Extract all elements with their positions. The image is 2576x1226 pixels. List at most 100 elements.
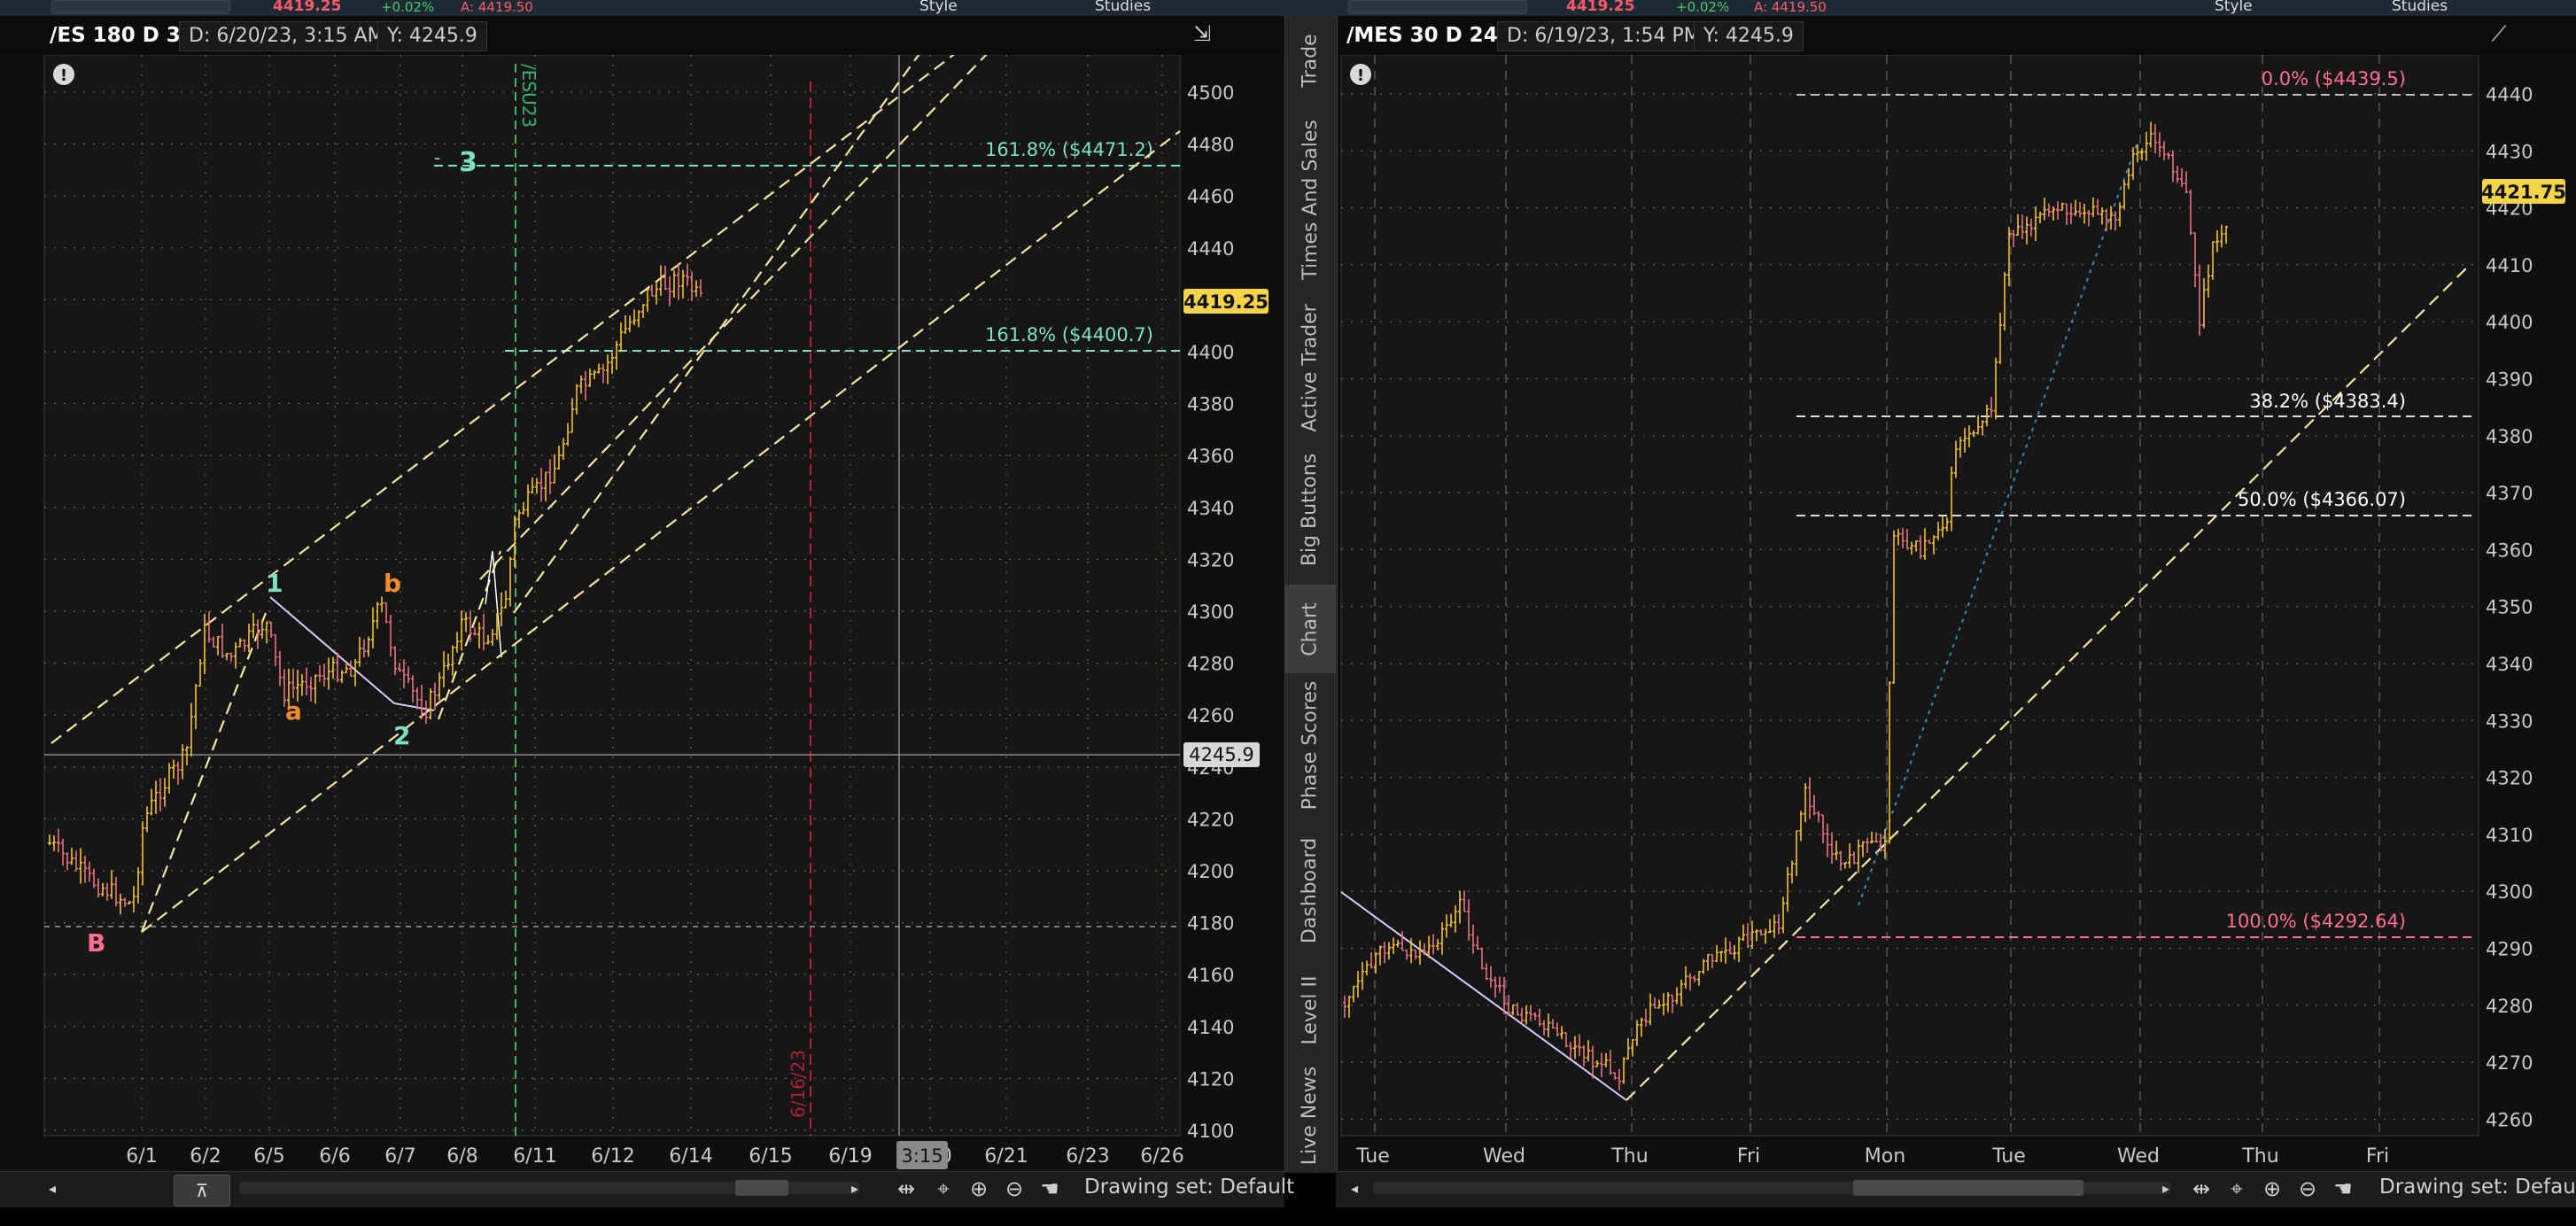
left-x-tick: 6/21 — [984, 1145, 1028, 1168]
tab-live-news[interactable]: Live News — [1284, 1059, 1336, 1171]
tab-big-buttons[interactable]: Big Buttons — [1284, 443, 1336, 576]
left-y-tick: 4120 — [1187, 1068, 1234, 1090]
left-y-tick: 4460 — [1187, 186, 1234, 207]
zoom-in-icon[interactable]: ⊕ — [966, 1176, 992, 1201]
scroll-right-arrow-icon[interactable]: ▸ — [842, 1176, 868, 1201]
left-x-tick: 6/8 — [446, 1145, 477, 1168]
right-x-tick: Fri — [2366, 1145, 2389, 1168]
left-y-tick: 4360 — [1187, 446, 1234, 467]
ask-price: A: 4419.50 — [461, 0, 533, 15]
left-y-tick: 4440 — [1187, 238, 1234, 260]
right-y-tick: 4270 — [2486, 1052, 2533, 1074]
tab-active-trader[interactable]: Active Trader — [1284, 301, 1336, 434]
left-date-readout: D: 6/20/23, 3:15 AM — [179, 21, 394, 51]
drawing-set-selector-right[interactable]: Drawing set: Default — [2379, 1176, 2576, 1199]
left-y-tick: 4140 — [1187, 1017, 1234, 1038]
tab-level-ii[interactable]: Level II — [1284, 966, 1336, 1054]
scroll-left-arrow-icon-right[interactable]: ◂ — [1341, 1176, 1368, 1201]
studies-menu-right[interactable]: Studies — [2392, 0, 2448, 15]
expand-panel-button[interactable]: ⊼ — [174, 1175, 230, 1207]
left-y-tick: 4480 — [1187, 135, 1234, 156]
expand-collapse-icon-right[interactable]: ⇹ — [2188, 1176, 2215, 1201]
ask-price-right: A: 4419.50 — [1754, 0, 1827, 15]
right-y-readout: Y: 4245.9 — [1694, 21, 1804, 51]
left-y-tick: 4340 — [1187, 498, 1234, 519]
tab-phase-scores[interactable]: Phase Scores — [1284, 679, 1336, 811]
tab-chart[interactable]: Chart — [1284, 585, 1336, 673]
right-y-tick: 4330 — [2486, 710, 2533, 732]
left-y-tick: 4400 — [1187, 342, 1234, 363]
left-y-tick: 4260 — [1187, 705, 1234, 726]
last-price-right: 4419.25 — [1566, 0, 1635, 15]
left-y-tick: 4300 — [1187, 601, 1234, 623]
right-y-tick: 4350 — [2486, 597, 2533, 618]
right-price-badge-text: 4421.75 — [2481, 182, 2566, 203]
hand-pan-icon[interactable]: ☚ — [1036, 1176, 1063, 1201]
wave-label-b: b — [384, 569, 401, 598]
wave-label-1: 1 — [266, 569, 283, 598]
alert-icon-glyph: ! — [60, 66, 67, 85]
zoom-in-icon-right[interactable]: ⊕ — [2259, 1176, 2285, 1201]
right-x-tick: Mon — [1865, 1145, 1905, 1168]
right-x-tick: Thu — [2241, 1145, 2278, 1168]
zoom-out-icon[interactable]: ⊖ — [1001, 1176, 1028, 1201]
right-date-readout: D: 6/19/23, 1:54 PM — [1497, 21, 1711, 51]
left-scroll-thumb[interactable] — [735, 1180, 788, 1196]
left-x-tick: 6/5 — [253, 1145, 284, 1168]
right-chart-symbol[interactable]: /MES 30 D 24m — [1346, 21, 1519, 50]
tab-times-and-sales[interactable]: Times And Sales — [1284, 103, 1336, 296]
left-x-tick: 6/14 — [669, 1145, 712, 1168]
collapse-arrows-icon[interactable]: ⇲ — [1189, 21, 1215, 46]
right-x-tick: Wed — [2117, 1145, 2160, 1168]
right-y-tick: 4390 — [2486, 369, 2533, 391]
right-y-tick: 4320 — [2486, 768, 2533, 789]
fib-label-500: 50.0% ($4366.07) — [2238, 489, 2406, 510]
fib-label-1000: 100.0% ($4292.64) — [2226, 911, 2406, 932]
left-y-tick: 4100 — [1187, 1121, 1234, 1142]
wave-label-2: 2 — [393, 721, 410, 750]
right-scroll-thumb[interactable] — [1853, 1180, 2083, 1196]
crosshair-time-badge-text: 3:15 — [901, 1145, 943, 1167]
change-percent-right: +0.02% — [1676, 0, 1730, 15]
tab-trade[interactable]: Trade — [1284, 23, 1336, 97]
change-percent: +0.02% — [381, 0, 435, 15]
left-x-tick: 6/12 — [591, 1145, 634, 1168]
left-chart-symbol[interactable]: /ES 180 D 3h — [50, 21, 195, 50]
scroll-left-arrow-icon[interactable]: ◂ — [39, 1176, 66, 1201]
zoom-out-icon-right[interactable]: ⊖ — [2294, 1176, 2321, 1201]
left-chart-svg[interactable]: 4500448044604440442044004380436043404320… — [0, 55, 1284, 1171]
symbol-input-left[interactable] — [51, 0, 230, 14]
scroll-right-arrow-icon-right[interactable]: ▸ — [2153, 1176, 2179, 1201]
right-y-tick: 4290 — [2486, 939, 2533, 960]
symbol-input-right[interactable] — [1348, 0, 1527, 14]
right-y-tick: 4410 — [2486, 255, 2533, 276]
drawing-set-selector[interactable]: Drawing set: Default — [1084, 1176, 1294, 1199]
left-y-tick: 4380 — [1187, 394, 1234, 415]
wave-3-dash: - — [434, 147, 440, 168]
crosshair-price-badge-text: 4245.9 — [1189, 744, 1253, 765]
right-x-tick: Fri — [1737, 1145, 1760, 1168]
last-price: 4419.25 — [273, 0, 342, 15]
left-y-tick: 4320 — [1187, 549, 1234, 570]
top-toolbar-strip: 4419.25 +0.02% A: 4419.50 Style Studies … — [0, 0, 2576, 16]
right-y-tick: 4400 — [2486, 312, 2533, 333]
style-menu-right[interactable]: Style — [2215, 0, 2253, 15]
left-x-tick: 6/23 — [1066, 1145, 1109, 1168]
left-x-tick: 6/19 — [828, 1145, 872, 1168]
style-menu[interactable]: Style — [919, 0, 958, 15]
left-y-tick: 4200 — [1187, 861, 1234, 882]
left-x-tick: 6/26 — [1140, 1145, 1183, 1168]
drawing-tool-icon[interactable]: ⟋ — [2486, 21, 2512, 46]
hand-pan-icon-right[interactable]: ☚ — [2330, 1176, 2356, 1201]
right-chart-svg[interactable]: 4440443044204410440043904380437043604350… — [1336, 55, 2576, 1171]
right-y-tick: 4430 — [2486, 141, 2533, 162]
fib-label-4400: 161.8% ($4400.7) — [985, 324, 1153, 345]
studies-menu[interactable]: Studies — [1095, 0, 1151, 15]
crosshair-icon-right[interactable]: ⌖ — [2223, 1176, 2250, 1201]
crosshair-icon[interactable]: ⌖ — [930, 1176, 957, 1201]
expand-collapse-icon[interactable]: ⇹ — [893, 1176, 919, 1201]
date-marker-label: 6/16/23 — [788, 1050, 809, 1118]
left-y-tick: 4280 — [1187, 654, 1234, 675]
right-y-tick: 4280 — [2486, 996, 2533, 1017]
tab-dashboard[interactable]: Dashboard — [1284, 824, 1336, 957]
